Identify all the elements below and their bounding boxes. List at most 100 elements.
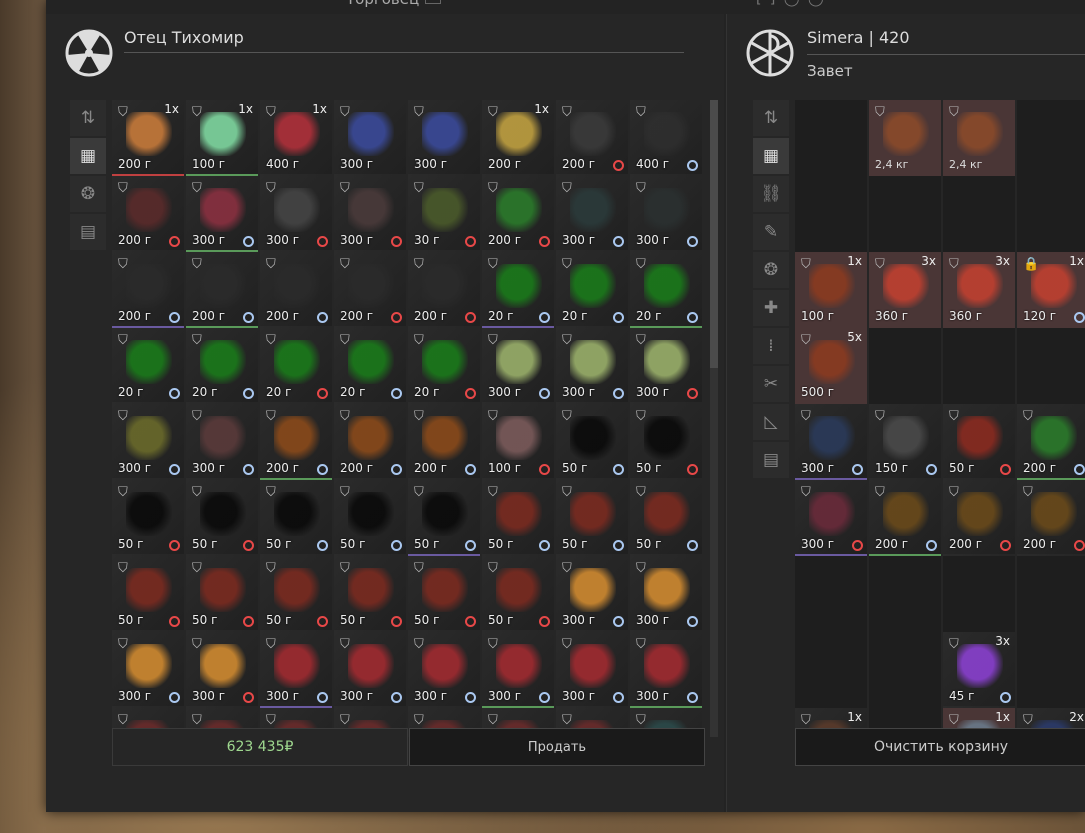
inventory-slot[interactable]: ⛉ 300 г xyxy=(112,404,184,480)
inventory-slot[interactable]: ⛉ 300 г xyxy=(795,404,867,480)
inventory-slot[interactable]: ⛉ 200 г xyxy=(112,176,184,252)
inventory-slot[interactable]: ⛉ 200 г xyxy=(260,252,332,328)
inventory-slot[interactable]: ⛉ 20 г xyxy=(260,328,332,404)
inventory-slot[interactable]: ⛉ 200 г xyxy=(112,252,184,328)
inventory-slot[interactable]: ⛉ 50 г xyxy=(630,404,702,480)
inventory-slot[interactable]: ⛉ 200 г xyxy=(1017,404,1085,480)
inventory-slot[interactable]: ⛉ 100 г xyxy=(482,404,554,480)
inventory-slot[interactable]: ⛉ 300 г xyxy=(482,632,554,708)
inventory-slot[interactable]: ⛉ 200 г xyxy=(186,252,258,328)
inventory-slot[interactable]: ⛉ 200 г xyxy=(334,404,406,480)
inventory-slot[interactable]: ⛉ 300 г xyxy=(260,632,332,708)
inventory-slot[interactable]: ⛉ 300 г xyxy=(556,176,628,252)
inventory-slot xyxy=(869,328,941,404)
inventory-slot[interactable]: ⛉ 300 г xyxy=(556,328,628,404)
inventory-slot[interactable]: ⛉ 50 г xyxy=(556,480,628,556)
artifact-filter-button[interactable]: ❂ xyxy=(753,252,789,288)
inventory-slot[interactable]: ⛉ 3x 360 г xyxy=(943,252,1015,328)
inventory-slot[interactable]: ⛉ 300 г xyxy=(334,176,406,252)
link-filter-button[interactable]: ⛓ xyxy=(753,176,789,212)
inventory-slot[interactable]: ⛉ 50 г xyxy=(112,556,184,632)
inventory-slot[interactable]: ⛉ 300 г xyxy=(630,176,702,252)
inventory-slot[interactable]: ⛉ 20 г xyxy=(334,328,406,404)
sort-filter-button[interactable]: ⇅ xyxy=(753,100,789,136)
inventory-slot[interactable]: ⛉ 1x 200 г xyxy=(482,100,554,176)
clear-cart-button[interactable]: Очистить корзину xyxy=(795,728,1085,766)
inventory-slot[interactable]: ⛉ 3x 360 г xyxy=(869,252,941,328)
sort-filter-button[interactable]: ⇅ xyxy=(70,100,106,136)
inventory-slot[interactable]: ⛉ 1x 200 г xyxy=(112,100,184,176)
inventory-slot[interactable]: ⛉ 50 г xyxy=(112,480,184,556)
inventory-slot[interactable]: ⛉ 200 г xyxy=(260,404,332,480)
inventory-slot[interactable]: ⛉ 20 г xyxy=(186,328,258,404)
inventory-slot[interactable]: ⛉ 20 г xyxy=(408,328,480,404)
inventory-slot[interactable]: ⛉ 300 г xyxy=(482,328,554,404)
inventory-slot[interactable]: ⛉ 1x 100 г xyxy=(186,100,258,176)
inventory-slot[interactable]: ⛉ 300 г xyxy=(408,632,480,708)
inventory-slot[interactable]: ⛉ 50 г xyxy=(408,556,480,632)
inventory-slot[interactable]: ⛉ 300 г xyxy=(556,556,628,632)
trader-scroll-thumb[interactable] xyxy=(710,100,718,368)
sell-button[interactable]: Продать xyxy=(409,728,705,766)
inventory-slot[interactable]: 🔒 1x 120 г xyxy=(1017,252,1085,328)
inventory-slot[interactable]: ⛉ 200 г xyxy=(408,404,480,480)
inventory-slot[interactable]: ⛉ 5x 500 г xyxy=(795,328,867,404)
inventory-slot[interactable]: ⛉ 300 г xyxy=(630,556,702,632)
inventory-slot[interactable]: ⛉ 300 г xyxy=(186,176,258,252)
inventory-slot[interactable]: ⛉ 150 г xyxy=(869,404,941,480)
inventory-slot[interactable]: ⛉ 50 г xyxy=(334,480,406,556)
archive-filter-button[interactable]: ▤ xyxy=(70,214,106,250)
inventory-slot[interactable]: ⛉ 20 г xyxy=(482,252,554,328)
inventory-slot[interactable]: ⛉ 50 г xyxy=(260,480,332,556)
inventory-slot[interactable]: ⛉ 50 г xyxy=(260,556,332,632)
inventory-slot[interactable]: ⛉ 20 г xyxy=(112,328,184,404)
inventory-slot[interactable]: ⛉ 200 г xyxy=(1017,480,1085,556)
inventory-slot[interactable]: ⛉ 300 г xyxy=(334,632,406,708)
inventory-slot[interactable]: ⛉ 1x 100 г xyxy=(795,252,867,328)
inventory-slot[interactable]: ⛉ 300 г xyxy=(630,328,702,404)
inventory-slot[interactable]: ⛉ 50 г xyxy=(482,480,554,556)
weapon-filter-button[interactable]: ✎ xyxy=(753,214,789,250)
inventory-slot[interactable]: ⛉ 20 г xyxy=(556,252,628,328)
inventory-slot[interactable]: ⛉ 2,4 кг xyxy=(943,100,1015,176)
inventory-slot[interactable]: ⛉ 200 г xyxy=(943,480,1015,556)
inventory-slot[interactable]: ⛉ 300 г xyxy=(260,176,332,252)
inventory-slot[interactable]: ⛉ 200 г xyxy=(334,252,406,328)
artifact-filter-button[interactable]: ❂ xyxy=(70,176,106,212)
inventory-slot[interactable]: ⛉ 50 г xyxy=(482,556,554,632)
inventory-slot[interactable]: ⛉ 300 г xyxy=(186,404,258,480)
inventory-slot[interactable]: ⛉ 1x 400 г xyxy=(260,100,332,176)
ruler-filter-button[interactable]: ◺ xyxy=(753,404,789,440)
inventory-slot[interactable]: ⛉ 50 г xyxy=(408,480,480,556)
inventory-slot[interactable]: ⛉ 200 г xyxy=(408,252,480,328)
tools-filter-button[interactable]: ✂ xyxy=(753,366,789,402)
inventory-slot[interactable]: ⛉ 50 г xyxy=(556,404,628,480)
inventory-slot[interactable]: ⛉ 300 г xyxy=(186,632,258,708)
item-price: 45 г xyxy=(949,689,975,703)
inventory-slot[interactable]: ⛉ 3x 45 г xyxy=(943,632,1015,708)
inventory-slot[interactable]: ⛉ 300 г xyxy=(795,480,867,556)
inventory-slot[interactable]: ⛉ 50 г xyxy=(186,480,258,556)
inventory-slot[interactable]: ⛉ 200 г xyxy=(869,480,941,556)
inventory-slot[interactable]: ⛉ 300 г xyxy=(112,632,184,708)
inventory-slot[interactable]: ⛉ 50 г xyxy=(630,480,702,556)
trader-scrollbar[interactable] xyxy=(710,100,718,737)
inventory-slot[interactable]: ⛉ 50 г xyxy=(943,404,1015,480)
archive-filter-button[interactable]: ▤ xyxy=(753,442,789,478)
medkit-filter-button[interactable]: ✚ xyxy=(753,290,789,326)
inventory-slot[interactable]: ⛉ 200 г xyxy=(482,176,554,252)
inventory-slot[interactable]: ⛉ 2,4 кг xyxy=(869,100,941,176)
inventory-slot[interactable]: ⛉ 300 г xyxy=(334,100,406,176)
inventory-slot[interactable]: ⛉ 300 г xyxy=(408,100,480,176)
inventory-slot[interactable]: ⛉ 400 г xyxy=(630,100,702,176)
grid-filter-button[interactable]: ▦ xyxy=(753,138,789,174)
grid-filter-button[interactable]: ▦ xyxy=(70,138,106,174)
inventory-slot[interactable]: ⛉ 50 г xyxy=(186,556,258,632)
inventory-slot[interactable]: ⛉ 300 г xyxy=(556,632,628,708)
inventory-slot[interactable]: ⛉ 200 г xyxy=(556,100,628,176)
inventory-slot[interactable]: ⛉ 50 г xyxy=(334,556,406,632)
inventory-slot[interactable]: ⛉ 300 г xyxy=(630,632,702,708)
inventory-slot[interactable]: ⛉ 20 г xyxy=(630,252,702,328)
inventory-slot[interactable]: ⛉ 30 г xyxy=(408,176,480,252)
ammo-filter-button[interactable]: ⁞ xyxy=(753,328,789,364)
